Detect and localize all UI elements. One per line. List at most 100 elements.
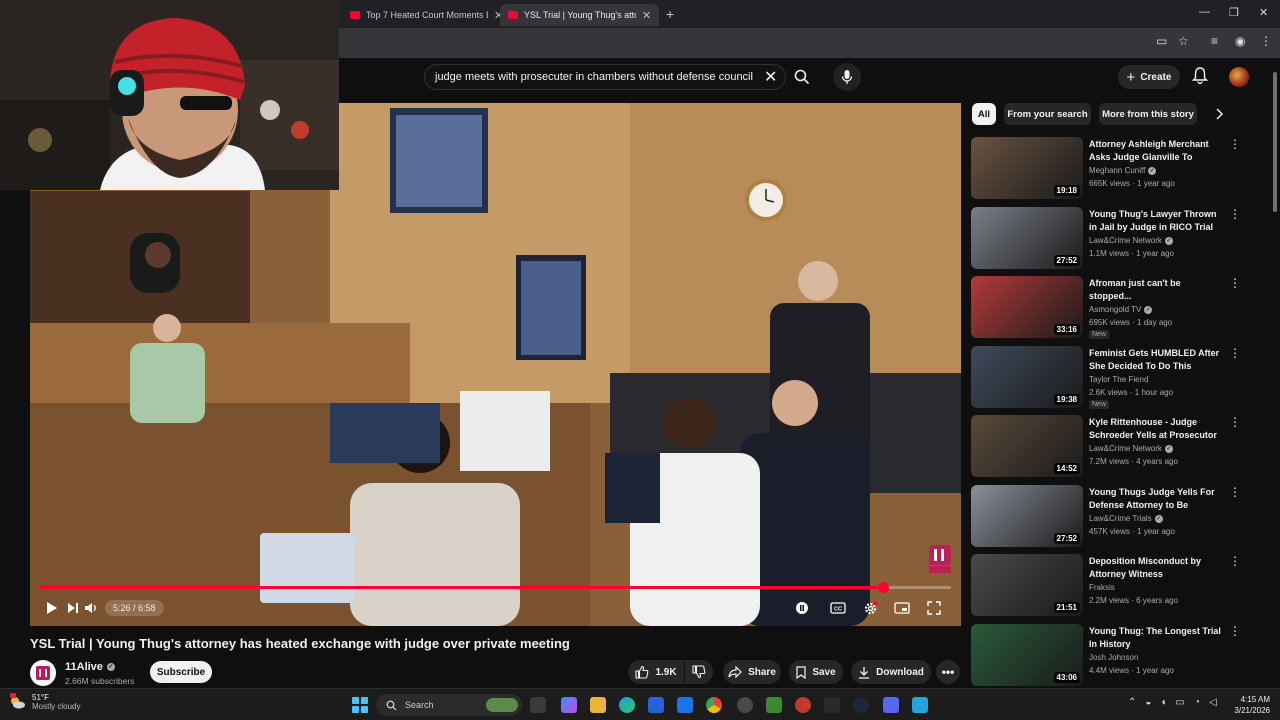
recommendation-title[interactable]: Attorney Ashleigh Merchant Asks Judge Gl…	[1089, 138, 1225, 164]
recommendation-channel-row[interactable]: Josh Johnson	[1089, 653, 1138, 662]
more-options-icon[interactable]: ⋮	[1229, 416, 1241, 428]
like-button[interactable]: 1.9K	[628, 660, 684, 684]
copilot-icon[interactable]	[561, 697, 577, 713]
video-thumbnail[interactable]: 19:38	[971, 346, 1083, 408]
bookmark-star-icon[interactable]: ☆	[1178, 34, 1189, 48]
search-input[interactable]: judge meets with prosecuter in chambers …	[435, 71, 753, 83]
obs-icon[interactable]	[737, 697, 753, 713]
save-button[interactable]: Save	[789, 660, 843, 684]
download-button[interactable]: Download	[851, 660, 931, 684]
taskbar-search[interactable]: Search	[376, 694, 522, 716]
cast-icon[interactable]: ▭	[1156, 34, 1167, 48]
progress-bar[interactable]	[40, 582, 951, 593]
more-actions-button[interactable]: •••	[936, 660, 960, 684]
notifications-bell-icon[interactable]	[1192, 66, 1208, 84]
app-red-icon[interactable]	[795, 697, 811, 713]
chrome-icon[interactable]	[706, 697, 722, 713]
subscribe-button[interactable]: Subscribe	[150, 661, 212, 683]
wifi-icon[interactable]: ◔	[1194, 697, 1200, 708]
next-button[interactable]	[64, 597, 82, 619]
dislike-button[interactable]	[685, 660, 713, 684]
recommendation-item[interactable]: 27:52 Young Thugs Judge Yells For Defense…	[971, 485, 1271, 547]
search-button[interactable]	[788, 64, 816, 90]
more-options-icon[interactable]: ⋮	[1229, 625, 1241, 637]
video-thumbnail[interactable]: 14:52	[971, 415, 1083, 477]
task-view-icon[interactable]	[530, 697, 546, 713]
search-box[interactable]: judge meets with prosecuter in chambers …	[424, 64, 786, 90]
mic-tray-icon[interactable]: ◖	[1160, 697, 1166, 708]
notepad-icon[interactable]	[912, 697, 928, 713]
recommendation-channel-row[interactable]: Law&Crime Network ✓	[1089, 444, 1173, 453]
recommendation-channel-row[interactable]: Fraksis	[1089, 583, 1115, 592]
video-thumbnail[interactable]: 27:52	[971, 207, 1083, 269]
recommendation-item[interactable]: 43:06 Young Thug: The Longest Trial In Hi…	[971, 624, 1271, 686]
new-tab-icon[interactable]: +	[666, 6, 674, 22]
steam-icon[interactable]	[853, 697, 869, 713]
more-options-icon[interactable]: ⋮	[1229, 347, 1241, 359]
recommendation-channel[interactable]: Asmongold TV	[1089, 305, 1141, 314]
browser-tab[interactable]: Top 7 Heated Court Moments E ✕	[342, 4, 511, 26]
video-thumbnail[interactable]: 33:16	[971, 276, 1083, 338]
channel-name[interactable]: 11Alive	[65, 661, 103, 673]
recommendation-channel-row[interactable]: Meghann Cuniff ✓	[1089, 166, 1157, 175]
outlook-icon[interactable]	[677, 697, 693, 713]
more-options-icon[interactable]: ⋮	[1229, 208, 1241, 220]
settings-button[interactable]	[860, 597, 880, 619]
miniplayer-button[interactable]	[892, 597, 912, 619]
recommendation-item[interactable]: 14:52 Kyle Rittenhouse - Judge Schroeder …	[971, 415, 1271, 477]
recommendation-item[interactable]: 19:38 Feminist Gets HUMBLED After She Dec…	[971, 346, 1271, 409]
play-button[interactable]	[42, 597, 62, 619]
discord-icon[interactable]	[883, 697, 899, 713]
recommendation-item[interactable]: 19:18 Attorney Ashleigh Merchant Asks Jud…	[971, 137, 1271, 199]
recommendation-channel[interactable]: Law&Crime Network	[1089, 444, 1162, 453]
recommendation-channel[interactable]: Law&Crime Network	[1089, 236, 1162, 245]
progress-scrubber[interactable]	[877, 582, 889, 593]
clear-search-icon[interactable]: ✕	[764, 67, 777, 87]
file-explorer-icon[interactable]	[590, 697, 606, 713]
chip-from-your-search[interactable]: From your search	[1004, 103, 1091, 125]
restore-icon[interactable]: ❐	[1229, 6, 1239, 19]
channel-avatar[interactable]	[30, 660, 56, 686]
recommendation-title[interactable]: Deposition Misconduct by Attorney Witnes…	[1089, 555, 1225, 581]
recommendation-channel[interactable]: Meghann Cuniff	[1089, 166, 1145, 175]
chevron-right-icon[interactable]	[1215, 108, 1225, 120]
recommendation-channel[interactable]: Fraksis	[1089, 583, 1115, 592]
recommendation-title[interactable]: Afroman just can't be stopped...	[1089, 277, 1225, 303]
recommendation-channel-row[interactable]: Law&Crime Network ✓	[1089, 236, 1173, 245]
volume-button[interactable]	[82, 597, 100, 619]
close-tab-icon[interactable]: ✕	[642, 9, 651, 22]
display-icon[interactable]: ▭	[1175, 697, 1184, 708]
store-icon[interactable]	[648, 697, 664, 713]
media-control-icon[interactable]: ≡	[1211, 34, 1218, 48]
chip-all[interactable]: All	[972, 103, 996, 125]
fullscreen-button[interactable]	[924, 597, 944, 619]
video-thumbnail[interactable]: 43:06	[971, 624, 1083, 686]
share-button[interactable]: Share	[723, 660, 781, 684]
edge-icon[interactable]	[619, 697, 635, 713]
video-thumbnail[interactable]: 19:18	[971, 137, 1083, 199]
recommendation-channel-row[interactable]: Law&Crime Trials ✓	[1089, 514, 1163, 523]
video-thumbnail[interactable]: 27:52	[971, 485, 1083, 547]
weather-widget[interactable]: 51°F Mostly cloudy	[8, 693, 80, 711]
profile-icon[interactable]: ◉	[1235, 34, 1245, 48]
browser-tab-active[interactable]: YSL Trial | Young Thug's attorne ✕	[500, 4, 660, 26]
create-button[interactable]: + Create	[1118, 65, 1180, 89]
recommendation-item[interactable]: 27:52 Young Thug's Lawyer Thrown in Jail …	[971, 207, 1271, 269]
scrollbar-thumb[interactable]	[1273, 72, 1277, 212]
recommendation-title[interactable]: Feminist Gets HUMBLED After She Decided …	[1089, 347, 1225, 373]
window-close-icon[interactable]: ✕	[1259, 6, 1268, 19]
windows-start-icon[interactable]	[352, 697, 368, 713]
recommendation-title[interactable]: Young Thug: The Longest Trial In History	[1089, 625, 1225, 651]
recommendation-channel[interactable]: Taylor The Fiend	[1089, 375, 1148, 384]
account-avatar[interactable]	[1229, 67, 1249, 87]
recommendation-channel-row[interactable]: Taylor The Fiend	[1089, 375, 1148, 384]
recommendation-title[interactable]: Young Thugs Judge Yells For Defense Atto…	[1089, 486, 1225, 512]
network-icon[interactable]: ◒	[1145, 697, 1151, 708]
video-thumbnail[interactable]: 21:51	[971, 554, 1083, 616]
voice-search-button[interactable]	[833, 63, 861, 91]
chevron-up-icon[interactable]: ⌃	[1128, 697, 1136, 708]
channel-name-row[interactable]: 11Alive ✓	[65, 661, 115, 673]
autoplay-toggle[interactable]	[792, 597, 812, 619]
browser-menu-icon[interactable]: ⋮	[1260, 34, 1272, 48]
captions-button[interactable]: CC	[828, 597, 848, 619]
